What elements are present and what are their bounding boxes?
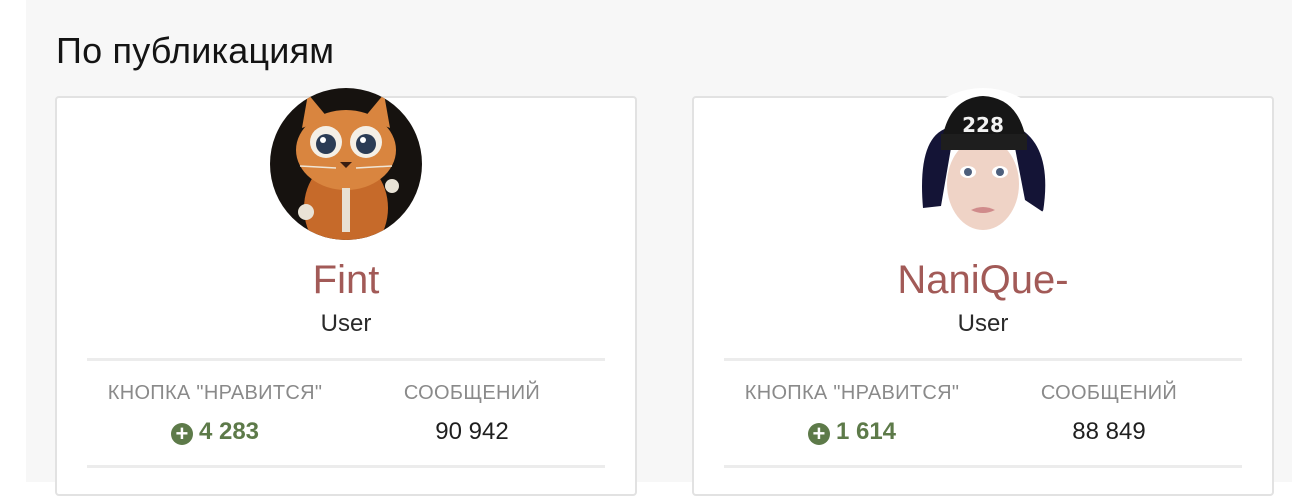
svg-text:228: 228: [962, 113, 1004, 137]
avatar[interactable]: 228: [907, 88, 1059, 240]
top-users-panel: По публикациям Fint User КНОПКА "НРАВИТС…: [26, 0, 1292, 496]
posts-stat: СООБЩЕНИЙ 90 942: [367, 380, 577, 446]
likes-label: КНОПКА "НРАВИТСЯ": [744, 382, 960, 404]
divider: [724, 358, 1242, 361]
divider: [87, 465, 605, 468]
username-link[interactable]: NaniQue-: [694, 256, 1272, 304]
posts-value: 88 849: [1072, 418, 1146, 445]
posts-label: СООБЩЕНИЙ: [403, 382, 541, 404]
divider: [724, 465, 1242, 468]
girl-avatar-image: 228: [907, 88, 1059, 240]
user-role: User: [957, 310, 1009, 337]
plus-circle-icon: +: [807, 423, 830, 445]
avatar[interactable]: [270, 88, 422, 240]
posts-value: 90 942: [435, 418, 509, 445]
user-card: 228 NaniQue- User КНОПКА "НРАВИТСЯ" +1 6…: [692, 88, 1274, 496]
likes-value: 1 614: [835, 418, 897, 445]
likes-stat: КНОПКА "НРАВИТСЯ" +1 614: [732, 380, 972, 446]
likes-value: 4 283: [198, 418, 260, 445]
posts-stat: СООБЩЕНИЙ 88 849: [1004, 380, 1214, 446]
likes-label: КНОПКА "НРАВИТСЯ": [107, 382, 323, 404]
posts-label: СООБЩЕНИЙ: [1040, 382, 1178, 404]
divider: [87, 358, 605, 361]
likes-stat: КНОПКА "НРАВИТСЯ" +4 283: [95, 380, 335, 446]
user-role: User: [320, 310, 372, 337]
cat-avatar-image: [270, 88, 422, 240]
user-card: Fint User КНОПКА "НРАВИТСЯ" +4 283 СООБЩ…: [55, 88, 637, 496]
plus-circle-icon: +: [170, 423, 193, 445]
section-title: По публикациям: [56, 30, 335, 71]
username-link[interactable]: Fint: [57, 256, 635, 304]
